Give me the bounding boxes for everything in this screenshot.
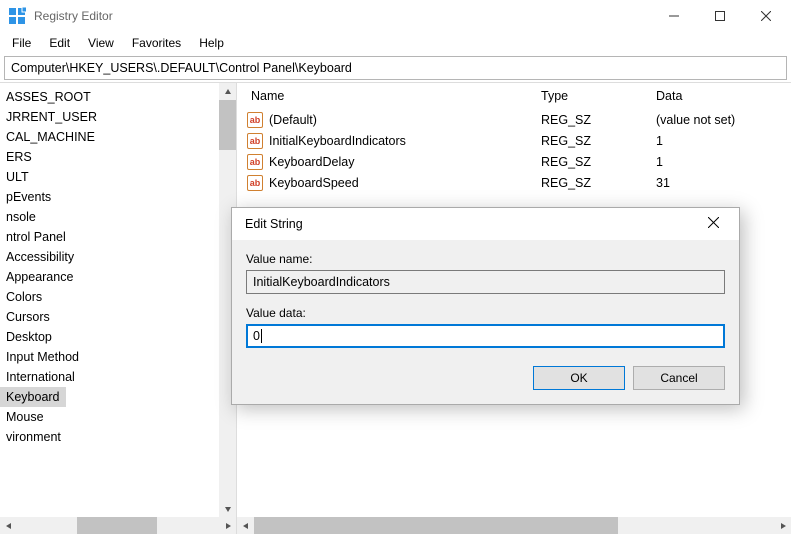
list-row[interactable]: ab InitialKeyboardIndicators REG_SZ1 — [237, 130, 791, 151]
ok-button[interactable]: OK — [533, 366, 625, 390]
window-controls — [651, 1, 789, 31]
scroll-thumb[interactable] — [219, 100, 236, 150]
string-value-icon: ab — [247, 175, 263, 191]
value-type: REG_SZ — [527, 176, 642, 190]
value-type: REG_SZ — [527, 113, 642, 127]
address-path: Computer\HKEY_USERS\.DEFAULT\Control Pan… — [11, 61, 352, 75]
tree-item[interactable]: Input Method — [0, 347, 219, 367]
scroll-right-arrow-icon[interactable] — [774, 517, 791, 534]
value-name: KeyboardDelay — [269, 155, 354, 169]
value-data: 31 — [642, 176, 791, 190]
tree-item[interactable]: Accessibility — [0, 247, 219, 267]
list-horizontal-scrollbar[interactable] — [237, 517, 791, 534]
menu-view[interactable]: View — [80, 34, 122, 52]
string-value-icon: ab — [247, 133, 263, 149]
value-data: 1 — [642, 155, 791, 169]
tree-horizontal-scrollbar[interactable] — [0, 517, 236, 534]
list-row[interactable]: ab KeyboardSpeed REG_SZ31 — [237, 172, 791, 193]
value-name: KeyboardSpeed — [269, 176, 359, 190]
cancel-button[interactable]: Cancel — [633, 366, 725, 390]
string-value-icon: ab — [247, 112, 263, 128]
list-row[interactable]: ab KeyboardDelay REG_SZ1 — [237, 151, 791, 172]
value-type: REG_SZ — [527, 155, 642, 169]
tree-item[interactable]: ntrol Panel — [0, 227, 219, 247]
value-name-field[interactable] — [246, 270, 725, 294]
menu-edit[interactable]: Edit — [41, 34, 78, 52]
tree-item[interactable]: ASSES_ROOT — [0, 87, 219, 107]
scroll-right-arrow-icon[interactable] — [219, 517, 236, 534]
scroll-thumb[interactable] — [254, 517, 618, 534]
dialog-close-button[interactable] — [693, 210, 733, 238]
column-type[interactable]: Type — [527, 89, 642, 103]
value-name-label: Value name: — [246, 252, 725, 266]
menu-help[interactable]: Help — [191, 34, 232, 52]
menu-favorites[interactable]: Favorites — [124, 34, 189, 52]
tree-item[interactable]: ULT — [0, 167, 219, 187]
scroll-thumb[interactable] — [77, 517, 157, 534]
text-caret — [261, 329, 262, 343]
tree-item[interactable]: nsole — [0, 207, 219, 227]
regedit-app-icon — [8, 7, 26, 25]
close-icon — [708, 217, 719, 231]
edit-string-dialog: Edit String Value name: Value data: 0 OK… — [231, 207, 740, 405]
tree-pane: ASSES_ROOTJRRENT_USERCAL_MACHINEERSULTpE… — [0, 83, 237, 534]
menubar: File Edit View Favorites Help — [0, 32, 791, 54]
tree-item[interactable]: Colors — [0, 287, 219, 307]
tree-item[interactable]: ERS — [0, 147, 219, 167]
tree-item[interactable]: Cursors — [0, 307, 219, 327]
menu-file[interactable]: File — [4, 34, 39, 52]
dialog-titlebar[interactable]: Edit String — [232, 208, 739, 240]
tree-item[interactable]: CAL_MACHINE — [0, 127, 219, 147]
list-header: Name Type Data — [237, 83, 791, 109]
tree-item[interactable]: vironment — [0, 427, 219, 447]
dialog-title: Edit String — [245, 217, 303, 231]
close-button[interactable] — [743, 1, 789, 31]
titlebar: Registry Editor — [0, 0, 791, 32]
value-data-value: 0 — [253, 329, 260, 343]
value-name: InitialKeyboardIndicators — [269, 134, 406, 148]
tree-item[interactable]: Desktop — [0, 327, 219, 347]
value-type: REG_SZ — [527, 134, 642, 148]
tree-item[interactable]: pEvents — [0, 187, 219, 207]
window-title: Registry Editor — [34, 9, 113, 23]
value-name: (Default) — [269, 113, 317, 127]
list-row[interactable]: ab (Default) REG_SZ(value not set) — [237, 109, 791, 130]
minimize-button[interactable] — [651, 1, 697, 31]
column-data[interactable]: Data — [642, 89, 791, 103]
address-bar[interactable]: Computer\HKEY_USERS\.DEFAULT\Control Pan… — [4, 56, 787, 80]
scroll-down-arrow-icon[interactable] — [219, 500, 236, 517]
tree-item[interactable]: Keyboard — [0, 387, 66, 407]
tree-body: ASSES_ROOTJRRENT_USERCAL_MACHINEERSULTpE… — [0, 83, 236, 517]
value-data-field[interactable]: 0 — [246, 324, 725, 348]
tree-item[interactable]: Mouse — [0, 407, 219, 427]
string-value-icon: ab — [247, 154, 263, 170]
tree-item[interactable]: Appearance — [0, 267, 219, 287]
value-data: (value not set) — [642, 113, 791, 127]
value-data-label: Value data: — [246, 306, 725, 320]
column-name[interactable]: Name — [237, 89, 527, 103]
scroll-up-arrow-icon[interactable] — [219, 83, 236, 100]
scroll-left-arrow-icon[interactable] — [0, 517, 17, 534]
scroll-left-arrow-icon[interactable] — [237, 517, 254, 534]
tree-item[interactable]: International — [0, 367, 219, 387]
tree-item[interactable]: JRRENT_USER — [0, 107, 219, 127]
maximize-button[interactable] — [697, 1, 743, 31]
value-data: 1 — [642, 134, 791, 148]
